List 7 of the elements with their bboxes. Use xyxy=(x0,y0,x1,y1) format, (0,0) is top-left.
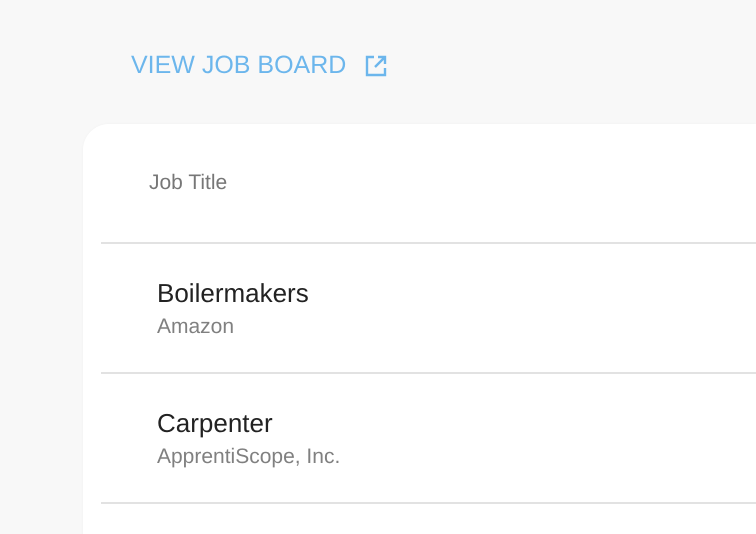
company-name: ApprentiScope, Inc. xyxy=(157,444,342,468)
job-title: Boilermakers xyxy=(157,278,310,308)
company-name: Amazon xyxy=(157,314,236,338)
job-title: Carpenter xyxy=(157,408,274,438)
view-job-board-link[interactable]: VIEW JOB BOARD xyxy=(131,51,388,80)
column-header: Job Title xyxy=(149,171,228,195)
external-link-icon xyxy=(364,54,388,78)
